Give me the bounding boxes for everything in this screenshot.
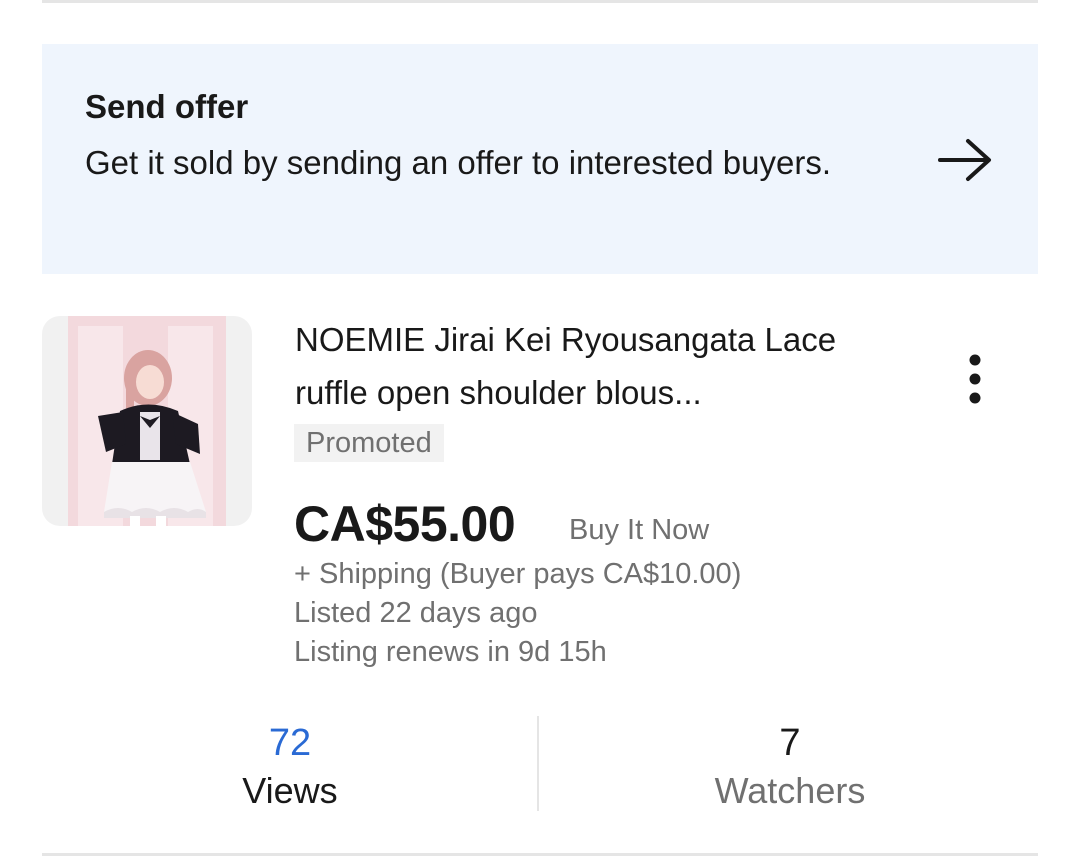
listing-photo	[68, 316, 226, 526]
send-offer-banner[interactable]: Send offer Get it sold by sending an off…	[42, 44, 1038, 274]
renewal-info: Listing renews in 9d 15h	[294, 636, 607, 668]
watchers-stat[interactable]: 7 Watchers	[640, 718, 940, 814]
stats-divider	[537, 716, 539, 811]
more-vertical-icon[interactable]	[955, 350, 995, 410]
listed-date: Listed 22 days ago	[294, 597, 538, 629]
listing-format: Buy It Now	[569, 514, 710, 546]
shipping-info: + Shipping (Buyer pays CA$10.00)	[294, 558, 742, 590]
top-divider	[42, 0, 1038, 3]
views-stat[interactable]: 72 Views	[140, 718, 440, 814]
watchers-count: 7	[779, 722, 801, 764]
views-count: 72	[268, 722, 312, 764]
arrow-right-icon[interactable]	[936, 138, 994, 182]
listing-price: CA$55.00	[294, 496, 516, 552]
send-offer-title: Send offer	[85, 88, 249, 125]
bottom-divider	[42, 853, 1038, 856]
send-offer-description: Get it sold by sending an offer to inter…	[85, 144, 831, 181]
listing-thumbnail[interactable]	[42, 316, 252, 526]
listing-title[interactable]: NOEMIE Jirai Kei Ryousangata Lace ruffle…	[295, 313, 885, 419]
promoted-badge: Promoted	[294, 424, 444, 462]
views-label: Views	[242, 770, 338, 811]
watchers-label: Watchers	[714, 770, 866, 811]
